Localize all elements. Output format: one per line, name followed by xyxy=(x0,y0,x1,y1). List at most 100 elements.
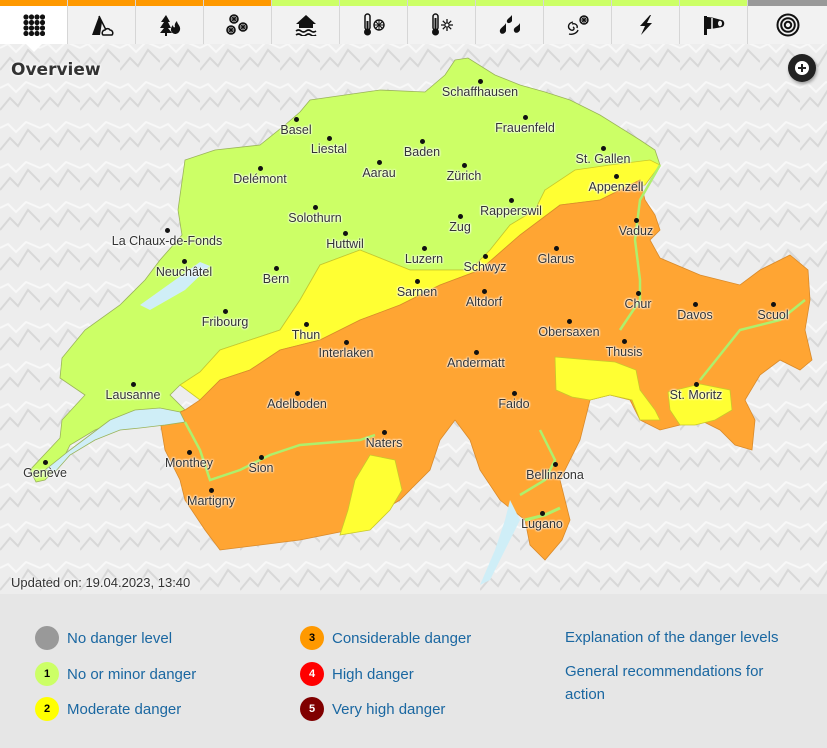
legend-item-level-5[interactable]: 5 Very high danger xyxy=(300,697,445,721)
city-dot xyxy=(304,322,309,327)
legend-circle xyxy=(35,626,59,650)
tab-forest-fire[interactable] xyxy=(136,0,204,44)
tab-status-bar xyxy=(612,0,679,6)
city-dot xyxy=(295,391,300,396)
city-dot xyxy=(165,228,170,233)
city-dot xyxy=(294,117,299,122)
explanation-link[interactable]: Explanation of the danger levels xyxy=(565,626,778,649)
city-label: Frauenfeld xyxy=(495,121,555,135)
city-dot xyxy=(540,511,545,516)
city-dot xyxy=(771,302,776,307)
city-dot xyxy=(458,214,463,219)
tab-status-bar xyxy=(340,0,407,6)
city-dot xyxy=(601,146,606,151)
city-label: Luzern xyxy=(404,252,444,266)
snowflakes-icon xyxy=(225,13,248,35)
legend-label: Considerable danger xyxy=(332,629,472,647)
legend-label: No or minor danger xyxy=(67,665,197,683)
city-label: Zürich xyxy=(446,169,482,183)
city-dot xyxy=(415,279,420,284)
city-label: Vaduz xyxy=(618,224,654,238)
city-label: St. Gallen xyxy=(575,152,631,166)
city-dot xyxy=(43,460,48,465)
city-dot xyxy=(187,450,192,455)
tab-landslide[interactable] xyxy=(68,0,136,44)
grid-icon xyxy=(22,13,45,36)
legend-circle: 4 xyxy=(300,662,324,686)
raindrops-icon xyxy=(499,14,520,34)
city-label: Huttwil xyxy=(326,237,364,251)
city-dot xyxy=(327,136,332,141)
city-dot xyxy=(636,291,641,296)
tab-thunderstorm[interactable] xyxy=(612,0,680,44)
city-dot xyxy=(274,266,279,271)
city-label: Andermatt xyxy=(447,356,505,370)
legend-label: No danger level xyxy=(67,629,173,647)
tab-heat[interactable] xyxy=(408,0,476,44)
city-label: Monthey xyxy=(165,456,213,470)
legend-item-level-2[interactable]: 2 Moderate danger xyxy=(35,697,181,721)
tab-status-bar xyxy=(0,0,67,6)
city-label: Lausanne xyxy=(105,388,161,402)
target-rings-icon xyxy=(776,13,799,36)
city-dot xyxy=(382,430,387,435)
flooded-house-icon xyxy=(295,14,316,36)
city-dot xyxy=(523,115,528,120)
tab-status-bar xyxy=(136,0,203,6)
tab-snow[interactable] xyxy=(544,0,612,44)
city-dot xyxy=(509,198,514,203)
zoom-plus-icon[interactable] xyxy=(788,54,816,82)
city-dot xyxy=(693,302,698,307)
city-label: Glarus xyxy=(537,252,575,266)
city-label: Schaffhausen xyxy=(441,85,519,99)
city-dot xyxy=(259,455,264,460)
lightning-icon xyxy=(639,14,652,35)
city-dot xyxy=(209,488,214,493)
city-dot xyxy=(377,160,382,165)
city-dot xyxy=(474,350,479,355)
city-label: Basel xyxy=(280,123,312,137)
city-label: St. Moritz xyxy=(669,388,723,402)
tab-rain[interactable] xyxy=(476,0,544,44)
city-dot xyxy=(131,382,136,387)
tab-flood[interactable] xyxy=(272,0,340,44)
city-dot xyxy=(344,340,349,345)
thermometer-sun-icon xyxy=(431,12,453,35)
city-dot xyxy=(567,319,572,324)
tab-wind[interactable] xyxy=(680,0,748,44)
city-dot xyxy=(622,339,627,344)
city-label: Faido xyxy=(498,397,530,411)
legend-label: Very high danger xyxy=(332,700,446,718)
city-dot xyxy=(512,391,517,396)
hazard-map[interactable]: Overview Schaffhausen Basel Frauenfeld Lies… xyxy=(0,44,827,594)
legend-item-level-3[interactable]: 3 Considerable danger xyxy=(300,626,471,650)
tab-status-bar xyxy=(68,0,135,6)
hazard-tab-bar xyxy=(0,0,827,52)
city-label: Thusis xyxy=(605,345,643,359)
legend-item-level-1[interactable]: 1 No or minor danger xyxy=(35,662,196,686)
city-dot xyxy=(258,166,263,171)
tab-avalanche[interactable] xyxy=(204,0,272,44)
tab-frost[interactable] xyxy=(340,0,408,44)
legend-label: Moderate danger xyxy=(67,700,182,718)
legend-item-no-level[interactable]: No danger level xyxy=(35,626,172,650)
tab-status-bar xyxy=(476,0,543,6)
recommendations-link[interactable]: General recommendations for action xyxy=(565,660,805,706)
windsock-icon xyxy=(703,15,724,35)
city-dot xyxy=(483,254,488,259)
city-dot xyxy=(223,309,228,314)
thermometer-snowflake-icon xyxy=(363,12,385,35)
tab-overview[interactable] xyxy=(0,0,68,52)
city-label: Sion xyxy=(248,461,274,475)
danger-legend: No danger level 1 No or minor danger 2 Mod… xyxy=(0,594,827,748)
city-label: Chur xyxy=(624,297,652,311)
legend-item-level-4[interactable]: 4 High danger xyxy=(300,662,414,686)
map-title: Overview xyxy=(11,60,101,80)
city-label: Baden xyxy=(403,145,441,159)
tab-status-bar xyxy=(748,0,827,6)
city-dot xyxy=(420,139,425,144)
tab-earthquake[interactable] xyxy=(748,0,827,44)
updated-timestamp: Updated on: 19.04.2023, 13:40 xyxy=(11,575,191,590)
city-label: Bellinzona xyxy=(526,468,584,482)
city-dot xyxy=(422,246,427,251)
